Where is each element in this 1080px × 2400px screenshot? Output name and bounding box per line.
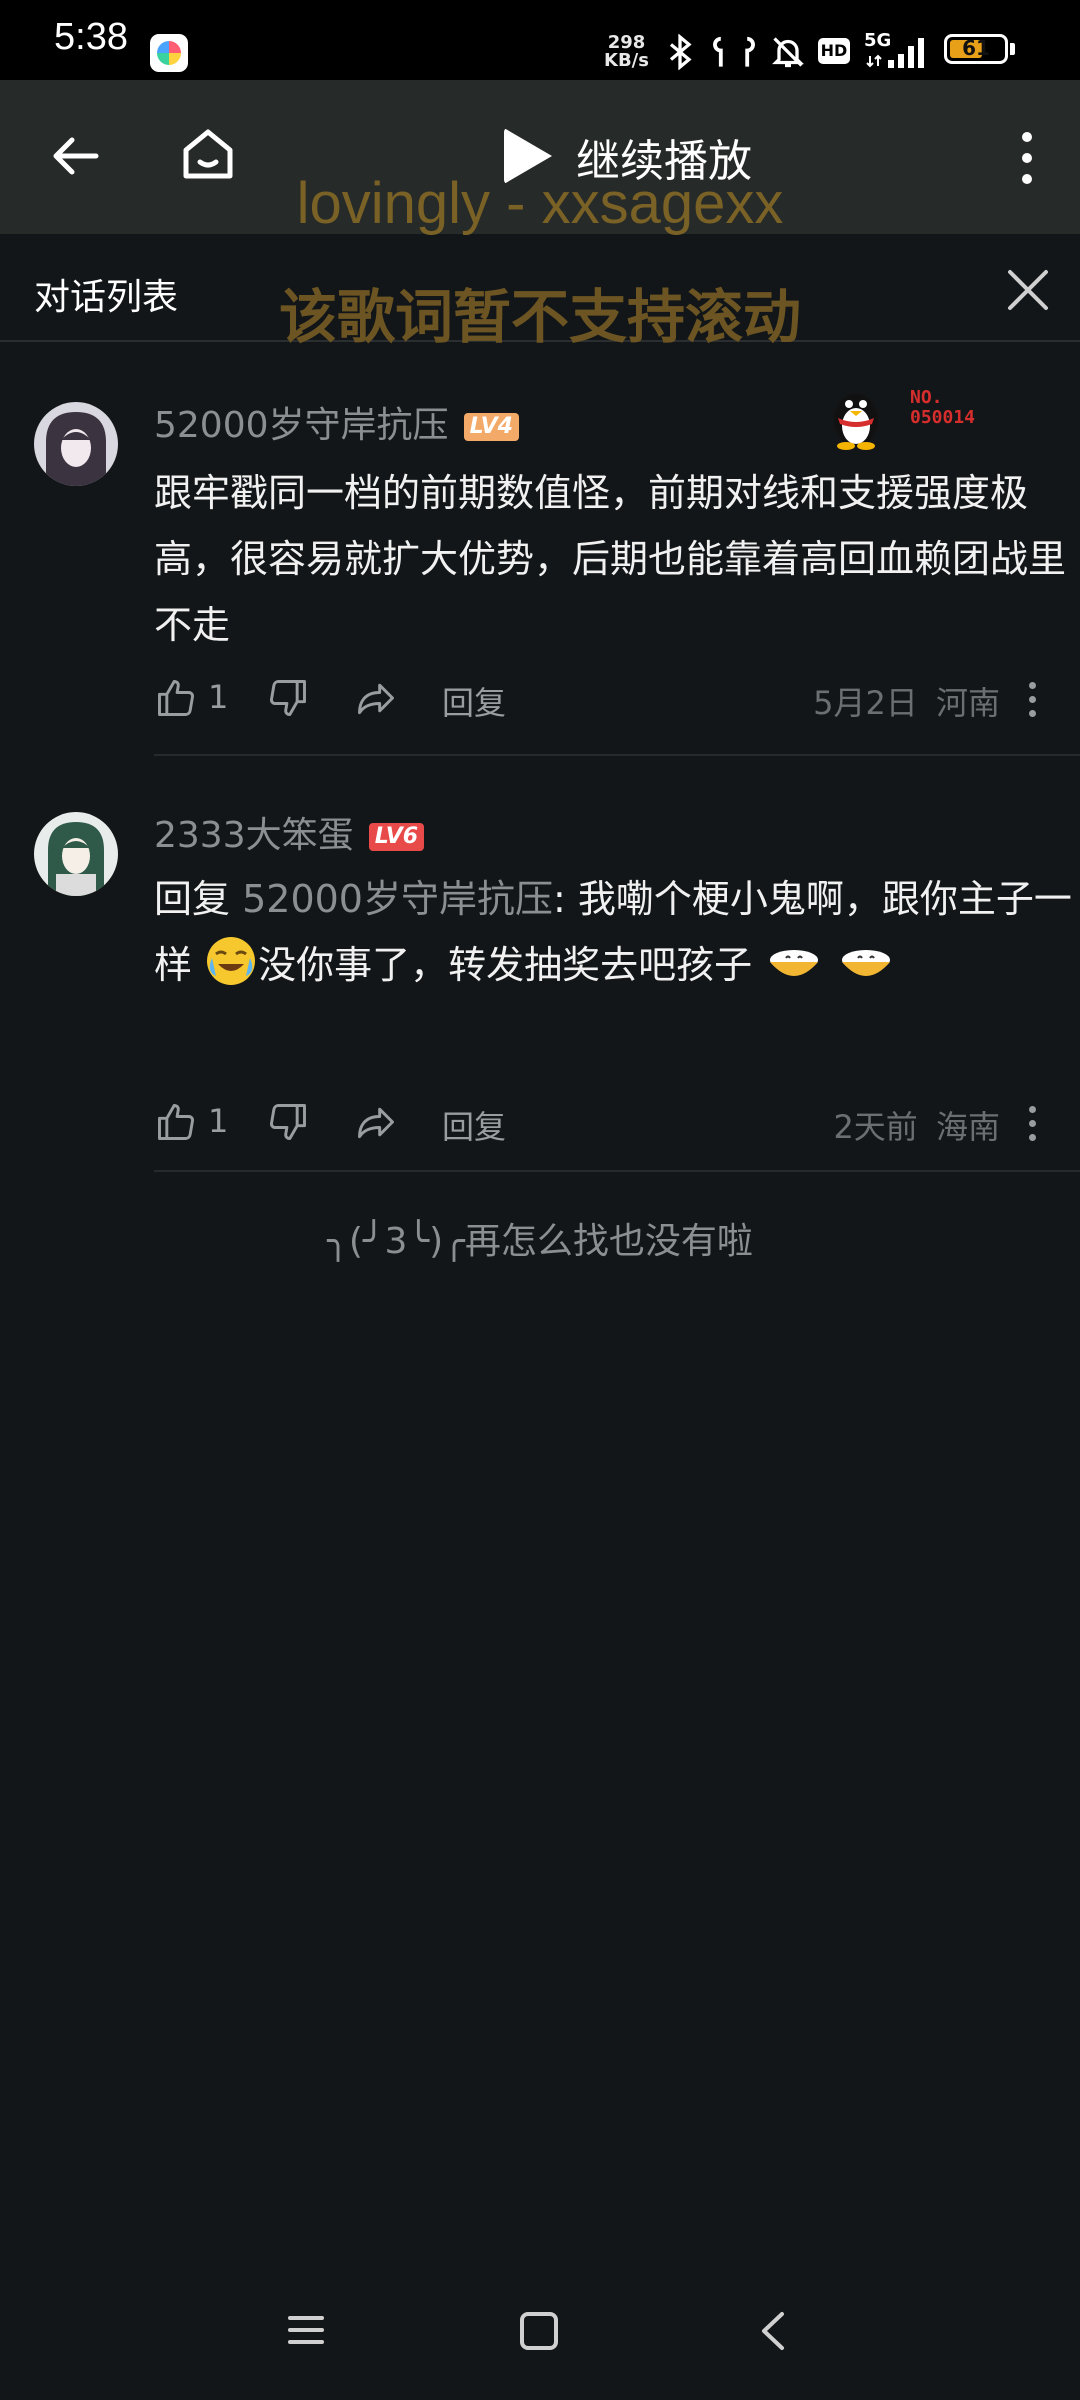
thumbs-up-icon — [158, 680, 194, 716]
bowl-emoji-icon — [836, 938, 896, 1008]
number-badge: NO. 050014 — [910, 388, 975, 428]
back-nav-button[interactable] — [756, 2310, 788, 2356]
like-button[interactable] — [154, 1100, 198, 1144]
app-notification-icon — [150, 34, 188, 72]
menu-icon — [288, 2316, 324, 2344]
battery-level: 61 — [962, 36, 990, 60]
mute-bell-icon — [770, 34, 806, 76]
avatar[interactable] — [34, 402, 118, 486]
comment-content: 回复 52000岁守岸抗压: 我嘞个梗小鬼啊，跟你主子一样 没你事了，转发抽奖去… — [154, 866, 1074, 1008]
comment-more-button[interactable] — [1026, 1104, 1038, 1144]
avatar[interactable] — [34, 812, 118, 896]
like-count: 1 — [208, 1102, 229, 1140]
badge-prefix: NO. — [910, 387, 943, 408]
status-time: 5:38 — [54, 16, 128, 58]
comment-more-button[interactable] — [1026, 680, 1038, 720]
more-vertical-icon — [1029, 682, 1036, 689]
divider — [154, 754, 1080, 756]
level-badge: LV6 — [368, 823, 425, 851]
battery-tip — [1010, 43, 1015, 55]
crying-laughing-emoji-icon — [204, 934, 258, 1008]
square-icon — [520, 2312, 558, 2350]
earbuds-icon — [712, 34, 756, 76]
more-vertical-icon — [1022, 132, 1032, 142]
bowl-emoji-icon — [764, 938, 824, 1008]
like-count: 1 — [208, 678, 229, 716]
share-button[interactable] — [354, 676, 398, 720]
level-badge: LV4 — [463, 413, 519, 441]
dislike-button[interactable] — [266, 676, 310, 720]
username[interactable]: 52000岁守岸抗压 — [154, 405, 449, 446]
close-button[interactable] — [1004, 266, 1052, 314]
divider — [154, 1170, 1080, 1172]
dialog-title: 对话列表 — [34, 277, 179, 318]
username[interactable]: 2333大笨蛋 — [154, 815, 354, 856]
comment-item: 52000岁守岸抗压 LV4 NO. 050014 跟牢戳同一档的前期数值怪，前… — [0, 380, 1080, 760]
home-nav-button[interactable] — [518, 2310, 560, 2356]
reply-button[interactable]: 回复 — [442, 678, 506, 724]
comment-region: 海南 — [935, 1108, 1000, 1146]
thumbs-down-icon — [270, 680, 306, 716]
comment-date: 5月2日 — [813, 684, 918, 722]
reply-button[interactable]: 回复 — [442, 1102, 506, 1148]
mention-username[interactable]: 52000岁守岸抗压 — [242, 877, 553, 921]
dislike-button[interactable] — [266, 1100, 310, 1144]
chevron-left-icon — [762, 2312, 784, 2350]
close-icon — [1008, 270, 1048, 310]
network-speed: 298 KB/s — [604, 34, 649, 70]
comment-text-part2: 没你事了，转发抽奖去吧孩子 — [258, 943, 753, 987]
share-icon — [358, 683, 394, 715]
like-button[interactable] — [154, 676, 198, 720]
comment-region: 河南 — [935, 684, 1000, 722]
end-of-list-note: ╮(╯3╰)╭再怎么找也没有啦 — [327, 1221, 753, 1262]
share-icon — [358, 1107, 394, 1139]
badge-id: 050014 — [910, 407, 976, 428]
comment-content: 跟牢戳同一档的前期数值怪，前期对线和支援强度极高，很容易就扩大优势，后期也能靠着… — [154, 471, 1067, 647]
thumbs-down-icon — [270, 1104, 306, 1140]
battery-icon: 61 — [944, 34, 1008, 64]
reply-prefix: 回复 — [154, 877, 243, 921]
lyric-song-title: lovingly - xxsagexx — [296, 171, 784, 236]
thumbs-up-icon — [158, 1104, 194, 1140]
share-button[interactable] — [354, 1100, 398, 1144]
system-nav-bar — [0, 2280, 1080, 2400]
network-speed-unit: KB/s — [604, 50, 649, 71]
hd-badge: HD — [818, 38, 850, 64]
bluetooth-icon — [662, 33, 698, 76]
more-vertical-icon — [1029, 1106, 1036, 1113]
comment-date: 2天前 — [833, 1108, 918, 1146]
comment-meta: 5月2日 河南 — [780, 678, 1000, 724]
comment-item: 2333大笨蛋 LV6 回复 52000岁守岸抗压: 我嘞个梗小鬼啊，跟你主子一… — [0, 792, 1080, 1172]
username-row: 2333大笨蛋 LV6 — [154, 806, 425, 858]
signal-icon — [866, 34, 930, 74]
qq-penguin-icon — [826, 380, 886, 454]
comment-meta: 2天前 海南 — [780, 1102, 1000, 1148]
recents-button[interactable] — [286, 2310, 326, 2354]
username-row: 52000岁守岸抗压 LV4 — [154, 396, 519, 448]
